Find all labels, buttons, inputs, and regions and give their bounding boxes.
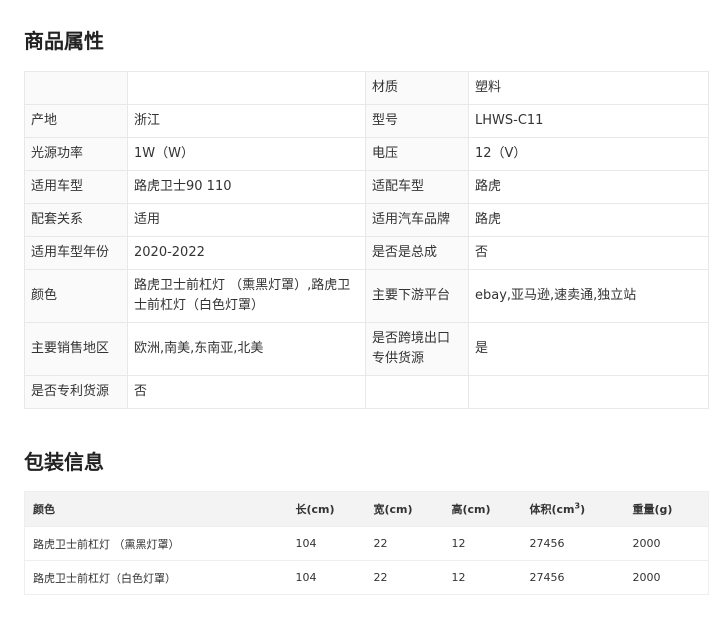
cell-color: 路虎卫士前杠灯（白色灯罩） [24,560,288,595]
cell-height: 12 [443,526,522,561]
attr-key: 材质 [365,71,469,105]
attr-key: 电压 [365,137,469,171]
attr-key: 是否专利货源 [24,375,128,409]
attr-key: 主要销售地区 [24,322,128,376]
attr-row: 适用车型年份 2020-2022 是否是总成 否 [24,236,709,270]
attributes-title: 商品属性 [24,29,104,53]
packaging-table: 颜色 长(cm) 宽(cm) 高(cm) 体积(cm3) 重量(g) 路虎卫士前… [24,491,709,595]
col-header-height: 高(cm) [443,491,522,527]
attr-key: 型号 [365,104,469,138]
cell-volume: 27456 [521,526,625,561]
packaging-title: 包装信息 [24,450,104,474]
attr-value: 1W（W） [127,137,366,171]
attr-key: 配套关系 [24,203,128,237]
attr-value: ebay,亚马逊,速卖通,独立站 [468,269,709,323]
attr-key: 是否跨境出口专供货源 [365,322,469,376]
attr-row: 适用车型 路虎卫士90 110 适配车型 路虎 [24,170,709,204]
attr-key [365,375,469,409]
attr-value: 塑料 [468,71,709,105]
attr-value: 否 [127,375,366,409]
attr-key: 适配车型 [365,170,469,204]
attr-key: 颜色 [24,269,128,323]
attr-row: 主要销售地区 欧洲,南美,东南亚,北美 是否跨境出口专供货源 是 [24,322,709,376]
cell-volume: 27456 [521,560,625,595]
cell-weight: 2000 [624,526,709,561]
attributes-table: 材质 塑料 产地 浙江 型号 LHWS-C11 光源功率 1W（W） 电压 12… [24,71,709,409]
cell-length: 104 [287,526,366,561]
volume-label: 体积(cm [529,503,575,516]
attr-row: 产地 浙江 型号 LHWS-C11 [24,104,709,138]
attr-value: 路虎卫士前杠灯 （熏黑灯罩）,路虎卫士前杠灯（白色灯罩） [127,269,366,323]
attr-value: 适用 [127,203,366,237]
packaging-row: 路虎卫士前杠灯 （熏黑灯罩） 104 22 12 27456 2000 [24,526,709,561]
cell-height: 12 [443,560,522,595]
packaging-header-row: 颜色 长(cm) 宽(cm) 高(cm) 体积(cm3) 重量(g) [24,491,709,527]
packaging-row: 路虎卫士前杠灯（白色灯罩） 104 22 12 27456 2000 [24,560,709,595]
attr-key: 适用汽车品牌 [365,203,469,237]
attr-value: 浙江 [127,104,366,138]
col-header-length: 长(cm) [287,491,366,527]
col-header-width: 宽(cm) [365,491,444,527]
col-header-volume: 体积(cm3) [521,491,625,527]
cell-color: 路虎卫士前杠灯 （熏黑灯罩） [24,526,288,561]
attr-row: 材质 塑料 [24,71,709,105]
attr-row: 是否专利货源 否 [24,375,709,409]
attr-value: 路虎 [468,170,709,204]
attr-key: 适用车型 [24,170,128,204]
cell-width: 22 [365,560,444,595]
attr-row: 配套关系 适用 适用汽车品牌 路虎 [24,203,709,237]
attr-value: 路虎 [468,203,709,237]
attr-value: 欧洲,南美,东南亚,北美 [127,322,366,376]
col-header-weight: 重量(g) [624,491,709,527]
cell-length: 104 [287,560,366,595]
attr-key: 适用车型年份 [24,236,128,270]
attr-key: 产地 [24,104,128,138]
attr-row: 颜色 路虎卫士前杠灯 （熏黑灯罩）,路虎卫士前杠灯（白色灯罩） 主要下游平台 e… [24,269,709,323]
attr-key: 光源功率 [24,137,128,171]
cell-width: 22 [365,526,444,561]
col-header-color: 颜色 [24,491,288,527]
attr-value [127,71,366,105]
attr-value [468,375,709,409]
attr-value: 路虎卫士90 110 [127,170,366,204]
attr-value: 是 [468,322,709,376]
attr-row: 光源功率 1W（W） 电压 12（V） [24,137,709,171]
attr-value: 12（V） [468,137,709,171]
attr-key: 是否是总成 [365,236,469,270]
attr-key: 主要下游平台 [365,269,469,323]
attr-value: 否 [468,236,709,270]
product-detail-page: 商品属性 材质 塑料 产地 浙江 型号 LHWS-C11 光源功率 1W（W） … [0,0,719,629]
volume-close: ) [580,503,586,516]
cell-weight: 2000 [624,560,709,595]
attr-key [24,71,128,105]
attr-value: LHWS-C11 [468,104,709,138]
attr-value: 2020-2022 [127,236,366,270]
